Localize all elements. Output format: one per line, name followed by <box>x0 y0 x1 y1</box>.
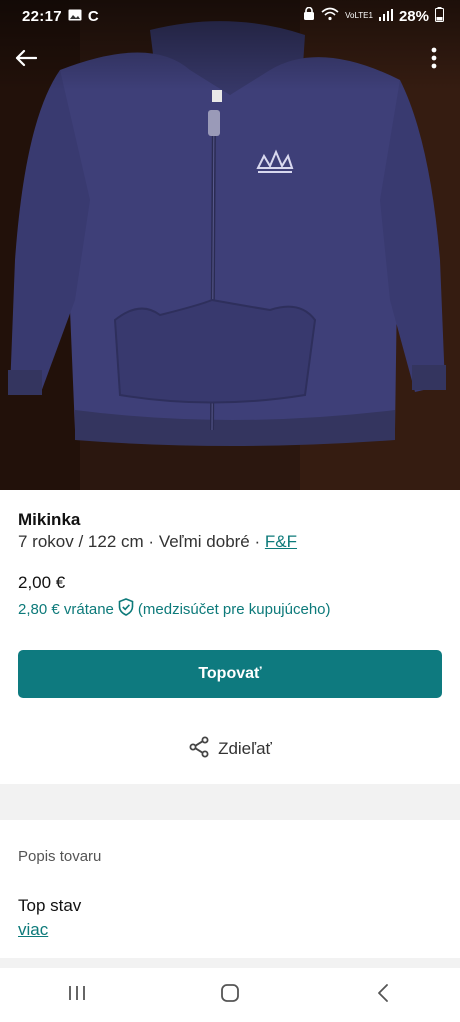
status-bar: 22:17 C VoLTE1 28% <box>0 0 460 32</box>
section-divider <box>0 784 460 820</box>
brand-link[interactable]: F&F <box>265 532 297 551</box>
wifi-icon <box>321 7 339 25</box>
item-price: 2,00 € <box>18 573 66 592</box>
system-back-button[interactable] <box>353 975 413 1015</box>
battery-percent: 28% <box>398 7 429 25</box>
description-header: Popis tovaru <box>18 848 102 865</box>
item-meta: 7 rokov / 122 cm · Veľmi dobré · F&F <box>18 532 297 552</box>
more-vertical-icon <box>431 47 437 74</box>
more-options-button[interactable] <box>416 42 452 78</box>
signal-icon <box>378 8 393 25</box>
recent-apps-button[interactable] <box>47 975 107 1015</box>
item-title: Mikinka <box>18 510 81 529</box>
buyer-price-amount: 2,80 € vrátane <box>18 600 114 618</box>
home-button[interactable] <box>200 975 260 1015</box>
battery-icon <box>435 6 444 26</box>
section-divider <box>0 958 460 968</box>
meta-separator: · <box>148 532 155 551</box>
buyer-price[interactable]: 2,80 € vrátane (medzisúčet pre kupujúceh… <box>18 598 331 620</box>
image-icon <box>68 8 82 25</box>
shield-check-icon <box>118 598 134 620</box>
share-button[interactable]: Zdieľať <box>0 734 460 764</box>
c-app-icon: C <box>87 7 99 25</box>
volte-icon: VoLTE1 <box>345 11 373 20</box>
item-size: 7 rokov / 122 cm <box>18 532 144 551</box>
back-button[interactable] <box>8 42 44 78</box>
share-label: Zdieľať <box>218 739 272 758</box>
lock-icon <box>303 6 315 25</box>
item-photo[interactable] <box>0 0 460 490</box>
buyer-price-note: (medzisúčet pre kupujúceho) <box>137 600 331 618</box>
home-icon <box>220 983 240 1008</box>
share-icon <box>188 736 210 763</box>
arrow-left-icon <box>15 49 38 72</box>
meta-separator: · <box>254 532 261 551</box>
description-text: Top stav <box>18 896 82 915</box>
more-link[interactable]: viac <box>18 920 48 940</box>
back-chevron-icon <box>376 983 390 1008</box>
bump-button[interactable]: Topovať <box>18 650 442 698</box>
status-time: 22:17 <box>22 7 62 25</box>
item-condition: Veľmi dobré <box>158 532 250 551</box>
navigation-bar <box>0 968 460 1022</box>
recent-apps-icon <box>67 984 87 1007</box>
